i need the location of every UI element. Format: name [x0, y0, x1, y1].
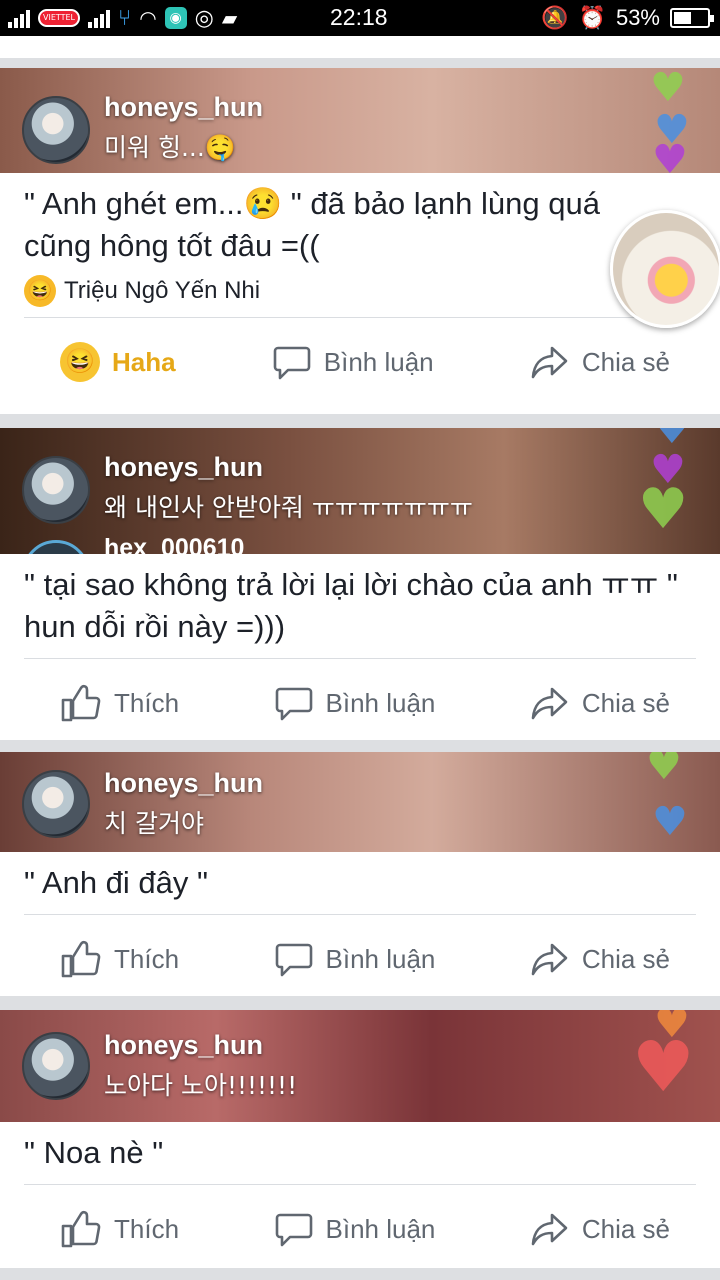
- share-label: Chia sẻ: [581, 1213, 670, 1244]
- comment-button[interactable]: Bình luận: [274, 939, 436, 979]
- comment-bubble-icon: [275, 687, 312, 721]
- status-bar: VIETTEL ⑂ ◠ ◉ ◎ ▰ 22:18 🔕 ⏰ 53%: [0, 0, 720, 36]
- avatar: [22, 456, 90, 524]
- action-bar: Thích Bình luận Chia sẻ: [0, 915, 720, 1003]
- network-icon: ⑂: [118, 5, 132, 31]
- comment-label: Bình luận: [325, 1213, 436, 1244]
- share-label: Chia sẻ: [581, 943, 670, 974]
- post-2: honeys_hun 왜 내인사 안받아줘 ㅠㅠㅠㅠㅠㅠㅠ hex_000610…: [0, 428, 720, 740]
- post-4: honeys_hun 노아다 노아!!!!!!! ♥ ♥ " Noa nè " …: [0, 1010, 720, 1268]
- photo-comment: 치 갈거야: [104, 809, 204, 838]
- floating-hearts: ♥ ♥: [632, 1010, 706, 1122]
- post-caption: " tại sao không trả lời lại lời chào của…: [24, 567, 678, 644]
- post-photo[interactable]: honeys_hun 치 갈거야 ♥ ♥: [0, 752, 720, 852]
- haha-face-icon: 😆: [60, 342, 100, 382]
- floating-hearts: ♥ ♥ ♥: [646, 68, 706, 173]
- share-button[interactable]: Chia sẻ: [530, 939, 670, 979]
- app-notification-icon: ◉: [164, 7, 187, 29]
- previous-post-bottom: [0, 36, 720, 58]
- haha-reaction-icon: 😆: [24, 275, 56, 307]
- photo-username: honeys_hun: [104, 452, 264, 482]
- action-bar: Thích Bình luận Chia sẻ: [0, 1185, 720, 1273]
- haha-button[interactable]: 😆 Haha: [60, 342, 176, 382]
- share-arrow-icon: [531, 346, 568, 379]
- signal-icon-2: [88, 8, 110, 28]
- like-label: Thích: [114, 687, 180, 718]
- photo-username: honeys_hun: [104, 1030, 264, 1060]
- thumbs-up-icon: [61, 940, 101, 978]
- comment-bubble-icon: [275, 943, 312, 977]
- post-photo[interactable]: honeys_hun 노아다 노아!!!!!!! ♥ ♥: [0, 1010, 720, 1122]
- heart-icon: ♥: [632, 1026, 695, 1108]
- post-caption: " Noa nè ": [24, 1135, 164, 1170]
- wifi-icon: ◠: [139, 6, 157, 30]
- post-photo[interactable]: honeys_hun 미워 힝...🤤 ♥ ♥ ♥: [0, 68, 720, 173]
- chat-head-avatar[interactable]: [610, 210, 720, 328]
- battery-percent: 53%: [615, 5, 660, 30]
- heart-icon: ♥: [652, 137, 688, 173]
- alarm-icon: ⏰: [578, 5, 606, 30]
- signal-icon: [8, 8, 30, 28]
- battery-icon: [670, 8, 714, 28]
- photo-username: honeys_hun: [104, 768, 264, 798]
- comment-button[interactable]: Bình luận: [272, 342, 434, 382]
- photo-comment: 미워 힝...🤤: [104, 133, 236, 162]
- heart-icon: ♥: [646, 752, 682, 789]
- like-button[interactable]: Thích: [60, 939, 179, 979]
- photo-comment: 노아다 노아!!!!!!!: [104, 1071, 298, 1100]
- share-arrow-icon: [531, 1213, 568, 1246]
- chrome-icon: ◎: [194, 5, 214, 31]
- post-photo[interactable]: honeys_hun 왜 내인사 안받아줘 ㅠㅠㅠㅠㅠㅠㅠ hex_000610…: [0, 428, 720, 554]
- heart-icon: ♥: [652, 799, 688, 845]
- comment-bubble-icon: [275, 1213, 312, 1247]
- status-left-icons: VIETTEL ⑂ ◠ ◉ ◎ ▰: [8, 4, 237, 32]
- heart-icon: ♥: [650, 68, 686, 111]
- avatar: [22, 770, 90, 838]
- comment-label: Bình luận: [325, 687, 436, 718]
- haha-label: Haha: [112, 346, 176, 377]
- reactor-name: Triệu Ngô Yến Nhi: [64, 277, 261, 304]
- post-1: honeys_hun 미워 힝...🤤 ♥ ♥ ♥ " Anh ghét em.…: [0, 68, 720, 414]
- like-button[interactable]: Thích: [60, 683, 179, 723]
- share-label: Chia sẻ: [581, 346, 670, 377]
- comment-bubble-icon: [273, 346, 311, 380]
- comment-button[interactable]: Bình luận: [274, 1209, 436, 1249]
- avatar: [22, 1032, 90, 1100]
- carrier-logo: VIETTEL: [38, 9, 80, 27]
- battery-fill: [674, 12, 691, 24]
- thumbs-up-icon: [61, 1210, 101, 1248]
- post-caption: " Anh đi đây ": [24, 865, 209, 900]
- photo-comment: 왜 내인사 안받아줘 ㅠㅠㅠㅠㅠㅠㅠ: [104, 493, 473, 522]
- floating-hearts: ♥ ♥ ♥: [638, 428, 706, 554]
- thumbs-up-icon: [61, 684, 101, 722]
- share-button[interactable]: Chia sẻ: [530, 1209, 670, 1249]
- heart-icon: ♥: [638, 477, 689, 542]
- like-label: Thích: [114, 1213, 180, 1244]
- second-avatar: [22, 540, 90, 554]
- muted-bell-icon: 🔕: [541, 5, 569, 30]
- share-arrow-icon: [531, 943, 568, 976]
- avatar: [22, 96, 90, 164]
- comment-label: Bình luận: [325, 943, 436, 974]
- comment-button[interactable]: Bình luận: [274, 683, 436, 723]
- share-button[interactable]: Chia sẻ: [530, 683, 670, 723]
- action-bar: Thích Bình luận Chia sẻ: [0, 659, 720, 747]
- action-bar: 😆 Haha Bình luận Chia sẻ: [0, 318, 720, 406]
- comment-label: Bình luận: [323, 346, 434, 377]
- photo-username: honeys_hun: [104, 92, 264, 122]
- second-username: hex_000610: [104, 534, 245, 554]
- clock: 22:18: [330, 4, 388, 30]
- like-button[interactable]: Thích: [60, 1209, 179, 1249]
- floating-hearts: ♥ ♥: [646, 752, 706, 852]
- share-label: Chia sẻ: [581, 687, 670, 718]
- message-icon: ▰: [221, 6, 238, 30]
- share-button[interactable]: Chia sẻ: [530, 342, 670, 382]
- status-right-icons: 🔕 ⏰ 53%: [541, 4, 714, 32]
- post-3: honeys_hun 치 갈거야 ♥ ♥ " Anh đi đây " Thíc…: [0, 752, 720, 996]
- like-label: Thích: [114, 943, 180, 974]
- share-arrow-icon: [531, 687, 568, 720]
